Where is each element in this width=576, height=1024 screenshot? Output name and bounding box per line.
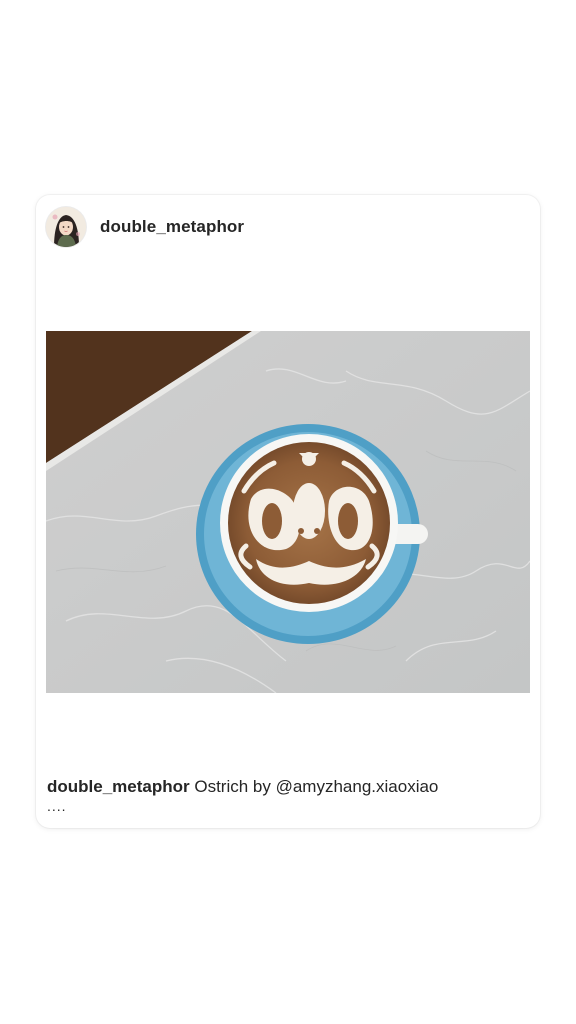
post-card: double_metaphor double_metaphor Ostrich … bbox=[36, 195, 540, 828]
post-username[interactable]: double_metaphor bbox=[100, 217, 244, 237]
profile-avatar-icon bbox=[46, 207, 86, 247]
post-header: double_metaphor bbox=[46, 206, 244, 248]
caption-username[interactable]: double_metaphor bbox=[47, 777, 190, 796]
post-caption: double_metaphor Ostrich by @amyzhang.xia… bbox=[47, 776, 527, 798]
avatar[interactable] bbox=[46, 207, 86, 247]
latte-art-photo bbox=[46, 331, 530, 693]
post-photo[interactable] bbox=[46, 331, 530, 693]
caption-more[interactable]: .... bbox=[47, 799, 67, 813]
caption-text: Ostrich by @amyzhang.xiaoxiao bbox=[194, 777, 439, 796]
